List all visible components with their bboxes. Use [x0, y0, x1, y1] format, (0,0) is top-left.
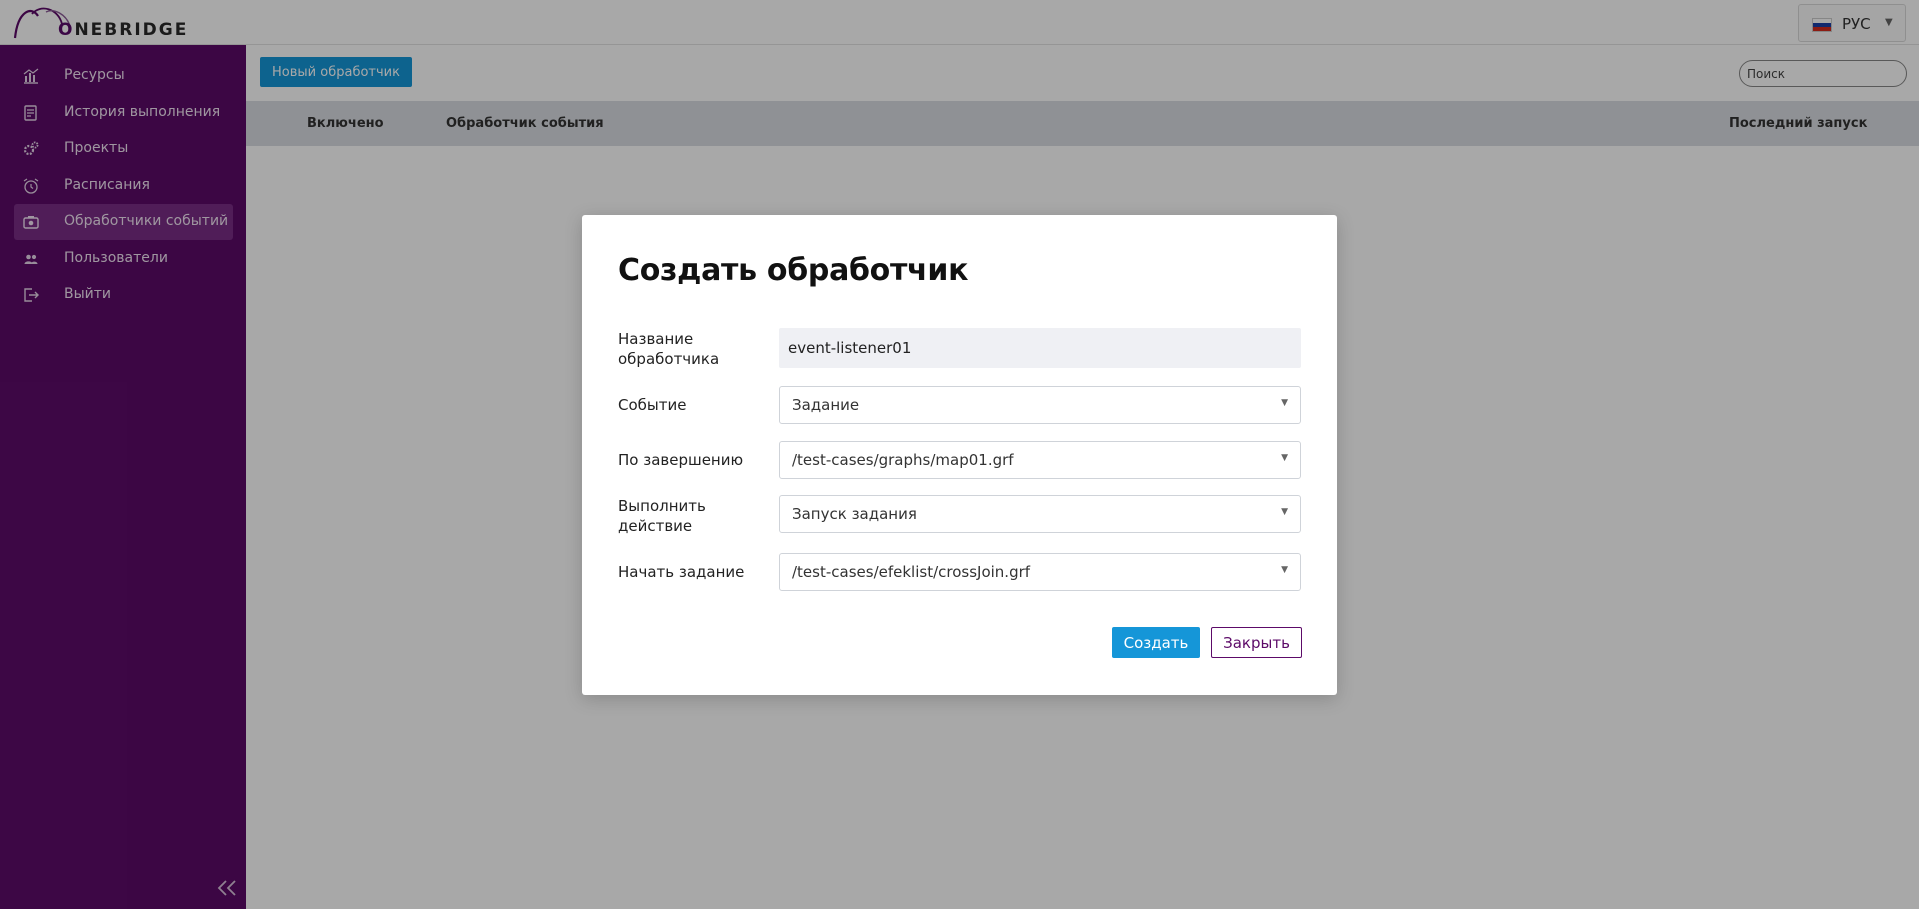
chevron-down-icon: ▼	[1281, 507, 1288, 517]
close-button[interactable]: Закрыть	[1211, 627, 1302, 658]
on-completion-select[interactable]: /test-cases/graphs/map01.grf ▼	[779, 441, 1301, 479]
chevron-down-icon: ▼	[1281, 565, 1288, 575]
action-select[interactable]: Запуск задания ▼	[779, 495, 1301, 533]
event-select[interactable]: Задание ▼	[779, 386, 1301, 424]
chevron-down-icon: ▼	[1281, 453, 1288, 463]
on-completion-select-value: /test-cases/graphs/map01.grf	[792, 451, 1014, 469]
action-field-label: Выполнить действие	[618, 497, 706, 535]
event-field-label: Событие	[618, 396, 687, 414]
create-listener-dialog: Создать обработчик Название обработчика …	[582, 215, 1337, 695]
chevron-down-icon: ▼	[1281, 398, 1288, 408]
listener-name-input[interactable]	[779, 328, 1301, 368]
on-completion-field-label: По завершению	[618, 451, 744, 469]
start-job-field-label: Начать задание	[618, 563, 745, 581]
name-field-label: Название обработчика	[618, 330, 720, 368]
event-select-value: Задание	[792, 396, 860, 414]
dialog-title: Создать обработчик	[618, 253, 969, 288]
create-button[interactable]: Создать	[1112, 627, 1200, 658]
start-job-select[interactable]: /test-cases/efeklist/crossJoin.grf ▼	[779, 553, 1301, 591]
start-job-select-value: /test-cases/efeklist/crossJoin.grf	[792, 563, 1031, 581]
action-select-value: Запуск задания	[792, 505, 917, 523]
